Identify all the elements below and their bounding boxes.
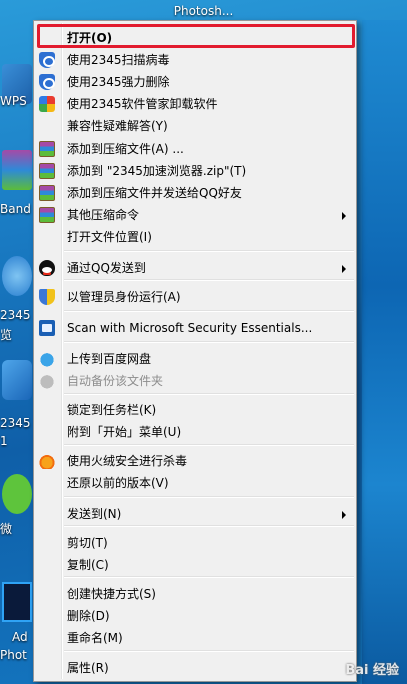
qq-icon — [39, 260, 55, 276]
winrar-icon — [39, 207, 55, 223]
submenu-arrow-icon — [342, 511, 346, 519]
menu-item-label: 使用火绒安全进行杀毒 — [67, 454, 188, 468]
huorong-icon — [39, 453, 55, 469]
menu-item-19[interactable]: 发送到(N) — [36, 503, 354, 525]
baidu-cloud-gray-icon — [39, 373, 55, 389]
desktop-label-2345-d: 1 — [0, 434, 8, 448]
menu-item-label: 自动备份该文件夹 — [67, 374, 164, 388]
menu-item-16[interactable]: 附到「开始」菜单(U) — [36, 421, 354, 443]
menu-item-label: Scan with Microsoft Security Essentials.… — [67, 321, 313, 335]
desktop-label-phot: Phot — [0, 648, 27, 662]
menu-item-10[interactable]: 通过QQ发送到 — [36, 257, 354, 279]
bandizip-desktop-icon[interactable] — [2, 150, 32, 190]
photoshop-desktop-icon[interactable] — [2, 582, 32, 622]
desktop-icon-column: WPS Band 2345 览 2345 1 微 Ad Phot — [0, 20, 32, 684]
window-title: Photosh... — [173, 4, 234, 18]
winrar-icon — [39, 185, 55, 201]
menu-separator — [64, 393, 354, 395]
menu-item-label: 属性(R) — [67, 661, 109, 675]
context-menu: 打开(O) 使用2345扫描病毒 使用2345强力删除使用2345软件管家卸载软件兼… — [33, 20, 357, 682]
menu-item-23[interactable]: 删除(D) — [36, 605, 354, 627]
menu-item-22[interactable]: 创建快捷方式(S) — [36, 583, 354, 605]
menu-item-label: 使用2345强力删除 — [67, 75, 170, 89]
menu-item-label: 删除(D) — [67, 609, 110, 623]
menu-item-label: 剪切(T) — [67, 536, 108, 550]
menu-item-label: 附到「开始」菜单(U) — [67, 425, 182, 439]
uac-shield-icon — [39, 289, 55, 305]
menu-item-label: 上传到百度网盘 — [67, 352, 152, 366]
menu-item-label: 兼容性疑难解答(Y) — [67, 119, 168, 133]
menu-item-label: 创建快捷方式(S) — [67, 587, 156, 601]
menu-item-8[interactable]: 其他压缩命令 — [36, 204, 354, 226]
winrar-icon — [39, 141, 55, 157]
menu-separator — [64, 250, 354, 252]
desktop-label-ad: Ad — [12, 630, 28, 644]
menu-separator — [64, 310, 354, 312]
menu-item-label: 打开文件位置(I) — [67, 230, 152, 244]
browser-2345-desktop-icon[interactable] — [2, 256, 32, 296]
menu-item-2[interactable]: 使用2345强力删除 — [36, 71, 354, 93]
menu-item-label: 还原以前的版本(V) — [67, 476, 169, 490]
menu-separator — [64, 525, 354, 527]
desktop-label-2345-b: 览 — [0, 328, 13, 342]
menu-item-20[interactable]: 剪切(T) — [36, 532, 354, 554]
mse-icon — [39, 320, 55, 336]
menu-item-12[interactable]: Scan with Microsoft Security Essentials.… — [36, 317, 354, 339]
manager-2345-desktop-icon[interactable] — [2, 360, 32, 400]
desktop-label-wechat: 微 — [0, 522, 13, 536]
submenu-arrow-icon — [342, 265, 346, 273]
menu-item-24[interactable]: 重命名(M) — [36, 627, 354, 649]
menu-item-6[interactable]: 添加到 "2345加速浏览器.zip"(T) — [36, 160, 354, 182]
menu-item-3[interactable]: 使用2345软件管家卸载软件 — [36, 93, 354, 115]
shield-icon — [39, 52, 55, 68]
menu-item-label: 添加到压缩文件(A) ... — [67, 142, 184, 156]
menu-item-13[interactable]: 上传到百度网盘 — [36, 348, 354, 370]
menu-item-label: 发送到(N) — [67, 507, 122, 521]
shield-icon — [39, 74, 55, 90]
watermark: Bai 经验 — [345, 663, 399, 678]
menu-item-14: 自动备份该文件夹 — [36, 370, 354, 392]
menu-item-label: 使用2345软件管家卸载软件 — [67, 97, 218, 111]
menu-separator — [64, 576, 354, 578]
menu-item-21[interactable]: 复制(C) — [36, 554, 354, 576]
menu-item-0[interactable]: 打开(O) — [36, 27, 354, 49]
submenu-arrow-icon — [342, 212, 346, 220]
menu-item-label: 锁定到任务栏(K) — [67, 403, 157, 417]
baidu-cloud-icon — [39, 351, 55, 367]
menu-separator — [64, 496, 354, 498]
menu-item-5[interactable]: 添加到压缩文件(A) ... — [36, 138, 354, 160]
menu-item-label: 复制(C) — [67, 558, 109, 572]
menu-item-4[interactable]: 兼容性疑难解答(Y) — [36, 115, 354, 137]
menu-item-11[interactable]: 以管理员身份运行(A) — [36, 286, 354, 308]
menu-item-label: 重命名(M) — [67, 631, 123, 645]
winrar-icon — [39, 163, 55, 179]
menu-separator — [64, 341, 354, 343]
menu-separator — [64, 444, 354, 446]
wechat-desktop-icon[interactable] — [2, 474, 32, 514]
menu-separator — [64, 279, 354, 281]
menu-item-25[interactable]: 属性(R) — [36, 657, 354, 679]
menu-item-15[interactable]: 锁定到任务栏(K) — [36, 399, 354, 421]
desktop-background-right — [362, 20, 407, 684]
menu-item-label: 其他压缩命令 — [67, 208, 140, 222]
menu-item-17[interactable]: 使用火绒安全进行杀毒 — [36, 450, 354, 472]
menu-item-1[interactable]: 使用2345扫描病毒 — [36, 49, 354, 71]
menu-item-label: 通过QQ发送到 — [67, 261, 146, 275]
desktop-label-wps: WPS — [0, 94, 27, 108]
menu-item-label: 使用2345扫描病毒 — [67, 53, 170, 67]
desktop-label-2345-a: 2345 — [0, 308, 31, 322]
menu-item-label: 打开(O) — [67, 31, 113, 45]
menu-item-label: 添加到 "2345加速浏览器.zip"(T) — [67, 164, 247, 178]
desktop-label-2345-c: 2345 — [0, 416, 31, 430]
colorful-app-icon — [39, 96, 55, 112]
menu-item-7[interactable]: 添加到压缩文件并发送给QQ好友 — [36, 182, 354, 204]
menu-item-18[interactable]: 还原以前的版本(V) — [36, 472, 354, 494]
menu-item-label: 添加到压缩文件并发送给QQ好友 — [67, 186, 242, 200]
menu-item-9[interactable]: 打开文件位置(I) — [36, 226, 354, 248]
menu-item-label: 以管理员身份运行(A) — [67, 290, 181, 304]
menu-separator — [64, 650, 354, 652]
desktop-label-band: Band — [0, 202, 31, 216]
